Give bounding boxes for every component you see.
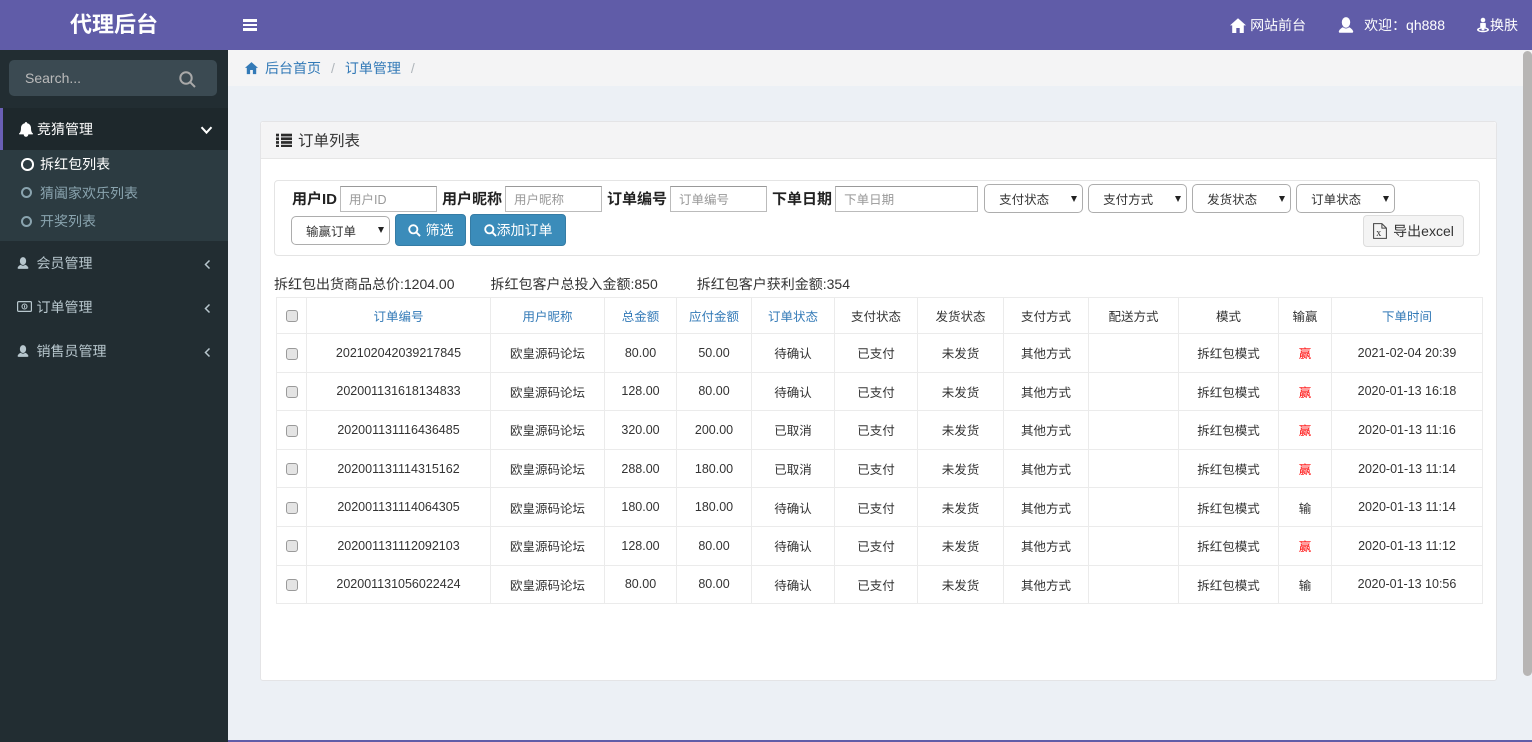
svg-text:x: x — [1376, 228, 1381, 239]
